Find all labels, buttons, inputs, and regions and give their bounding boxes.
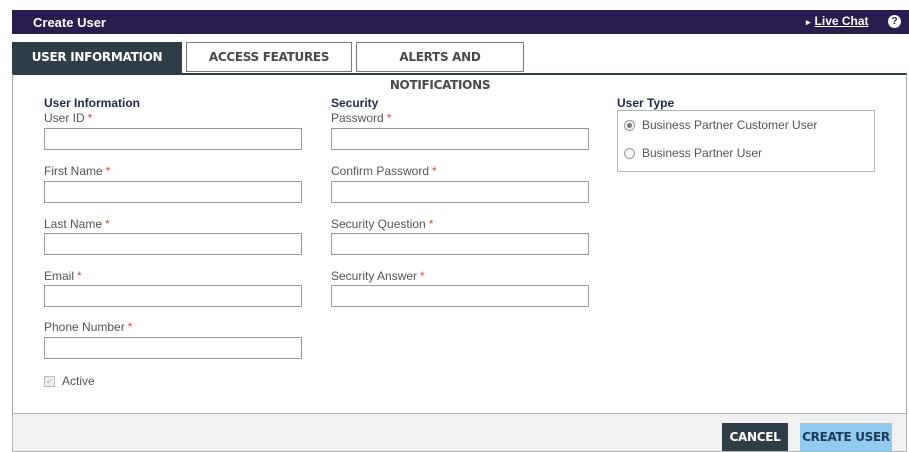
help-icon[interactable]: ?	[888, 15, 901, 28]
required-marker: *	[432, 164, 437, 178]
required-marker: *	[77, 269, 82, 283]
user-information-heading: User Information	[44, 96, 141, 110]
last-name-input[interactable]	[44, 233, 302, 255]
confirm-password-input[interactable]	[331, 181, 589, 203]
radio-button[interactable]	[624, 147, 635, 159]
active-label: Active	[62, 374, 95, 388]
tab-user-information[interactable]: USER INFORMATION	[12, 42, 182, 74]
live-chat-link[interactable]: ▸ Live Chat	[806, 14, 869, 28]
security-answer-input[interactable]	[331, 285, 589, 307]
user-type-options: Business Partner Customer User Business …	[617, 110, 875, 172]
header-bar: Create User ▸ Live Chat ?	[12, 10, 909, 34]
user-type-option-label: Business Partner User	[642, 146, 763, 160]
email-label: Email *	[44, 269, 82, 283]
required-marker: *	[87, 111, 93, 125]
security-question-input[interactable]	[331, 233, 589, 255]
footer-bar: CANCEL CREATE USER	[12, 413, 907, 452]
user-type-option-label: Business Partner Customer User	[642, 118, 818, 132]
required-marker: *	[105, 164, 111, 178]
password-label: Password *	[331, 111, 392, 125]
active-checkbox[interactable]: ✓	[44, 375, 55, 387]
required-marker: *	[420, 269, 425, 283]
password-input[interactable]	[331, 128, 589, 150]
tab-access-features[interactable]: ACCESS FEATURES	[186, 42, 352, 72]
radio-button-selected[interactable]	[624, 119, 635, 131]
security-heading: Security	[331, 96, 379, 110]
phone-number-label: Phone Number *	[44, 320, 133, 334]
first-name-label: First Name *	[44, 164, 111, 178]
security-answer-label: Security Answer *	[331, 269, 425, 283]
triangle-right-icon: ▸	[806, 17, 811, 27]
page-title: Create User	[33, 15, 106, 30]
required-marker: *	[105, 217, 110, 231]
cancel-button[interactable]: CANCEL	[722, 423, 788, 451]
last-name-label: Last Name *	[44, 217, 110, 231]
user-type-option-partner[interactable]: Business Partner User	[624, 146, 762, 160]
user-type-heading: User Type	[617, 96, 675, 110]
confirm-password-label: Confirm Password *	[331, 164, 437, 178]
first-name-input[interactable]	[44, 181, 302, 203]
user-id-input[interactable]	[44, 128, 302, 150]
email-input[interactable]	[44, 285, 302, 307]
required-marker: *	[127, 320, 133, 334]
create-user-button[interactable]: CREATE USER	[800, 423, 892, 451]
user-type-option-customer[interactable]: Business Partner Customer User	[624, 118, 817, 132]
active-checkbox-row[interactable]: ✓ Active	[44, 374, 95, 388]
phone-number-input[interactable]	[44, 337, 302, 359]
required-marker: *	[428, 217, 434, 231]
tab-alerts-and-notifications[interactable]: ALERTS AND NOTIFICATIONS	[356, 42, 524, 92]
user-id-label: User ID *	[44, 111, 93, 125]
live-chat-label[interactable]: Live Chat	[815, 14, 869, 28]
required-marker: *	[386, 111, 392, 125]
security-question-label: Security Question *	[331, 217, 434, 231]
